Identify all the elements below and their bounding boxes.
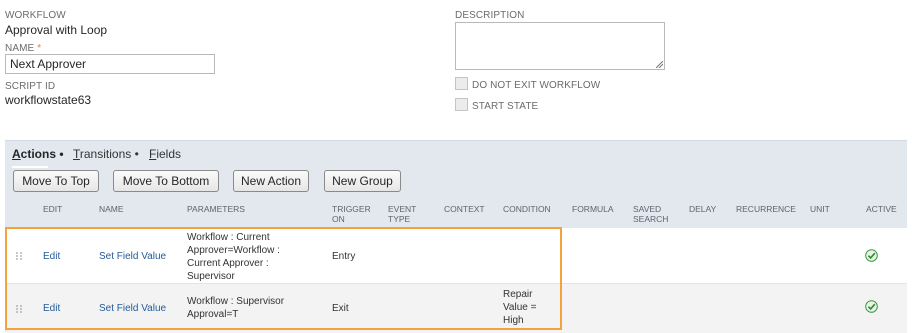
condition-cell: Repair Value = High: [503, 288, 536, 327]
move-to-top-button[interactable]: Move To Top: [13, 170, 99, 192]
action-name-link[interactable]: Set Field Value: [99, 302, 166, 315]
edit-link[interactable]: Edit: [43, 302, 60, 315]
col-formula: FORMULA: [572, 204, 614, 214]
tab-actions[interactable]: Actions •: [12, 147, 64, 161]
action-name-link[interactable]: Set Field Value: [99, 250, 166, 263]
col-edit: EDIT: [43, 204, 63, 214]
condition-line: High: [503, 315, 524, 326]
parameters-line: Approver=Workflow :: [187, 245, 280, 256]
active-tab-indicator: [12, 166, 48, 168]
name-label: NAME *: [5, 43, 41, 54]
workflow-value[interactable]: Approval with Loop: [5, 23, 107, 37]
col-event-type: EVENT TYPE: [388, 204, 417, 224]
script-id-value: workflowstate63: [5, 93, 92, 107]
col-context: CONTEXT: [444, 204, 485, 214]
drag-handle-icon[interactable]: [15, 304, 23, 314]
tab-transitions[interactable]: Transitions •: [73, 147, 139, 161]
active-check-icon: [865, 249, 878, 262]
table-header: EDIT NAME PARAMETERS TRIGGER ON EVENT TY…: [7, 198, 907, 228]
tab-transitions-accesskey: T: [73, 147, 80, 161]
tab-fields[interactable]: Fields: [149, 147, 181, 161]
start-state-label: START STATE: [472, 101, 539, 112]
parameters-line: Approval=T: [187, 309, 239, 320]
col-unit: UNIT: [810, 204, 830, 214]
new-action-button[interactable]: New Action: [233, 170, 309, 192]
tab-transitions-label: ransitions: [79, 147, 132, 161]
condition-line: Repair: [503, 289, 533, 300]
do-not-exit-checkbox[interactable]: [455, 77, 468, 90]
move-to-bottom-button[interactable]: Move To Bottom: [113, 170, 219, 192]
script-id-label: SCRIPT ID: [5, 81, 56, 92]
start-state-checkbox[interactable]: [455, 98, 468, 111]
col-parameters: PARAMETERS: [187, 204, 245, 214]
tab-actions-label: ctions: [20, 147, 57, 161]
col-saved-search: SAVED SEARCH: [633, 204, 669, 224]
col-trigger-on: TRIGGER ON: [332, 204, 371, 224]
col-active: ACTIVE: [866, 204, 897, 214]
actions-table: EDIT NAME PARAMETERS TRIGGER ON EVENT TY…: [7, 198, 907, 333]
resize-grip-icon[interactable]: [656, 61, 663, 68]
tab-actions-accesskey: A: [12, 147, 21, 161]
drag-handle-icon[interactable]: [15, 251, 23, 261]
parameters-cell: Workflow : Current Approver=Workflow : C…: [187, 231, 280, 283]
parameters-cell: Workflow : Supervisor Approval=T: [187, 295, 284, 321]
tab-transitions-dot: •: [134, 147, 139, 161]
name-input[interactable]: [5, 54, 215, 74]
sublist-panel: Actions • Transitions • Fields Move To T…: [5, 140, 907, 333]
active-check-icon: [865, 300, 878, 313]
new-group-button[interactable]: New Group: [324, 170, 401, 192]
edit-link[interactable]: Edit: [43, 250, 60, 263]
tab-fields-label: ields: [156, 147, 182, 161]
col-delay: DELAY: [689, 204, 717, 214]
tab-actions-dot: •: [59, 147, 64, 161]
required-marker: *: [37, 43, 42, 54]
description-label: DESCRIPTION: [455, 10, 525, 21]
parameters-line: Supervisor: [187, 271, 235, 282]
workflow-label: WORKFLOW: [5, 10, 66, 21]
condition-line: Value =: [503, 302, 537, 313]
parameters-line: Workflow : Supervisor: [187, 296, 285, 307]
name-label-text: NAME: [5, 43, 35, 54]
col-condition: CONDITION: [503, 204, 551, 214]
description-textarea[interactable]: [455, 22, 665, 70]
col-recurrence: RECURRENCE: [736, 204, 796, 214]
trigger-on-cell: Exit: [332, 303, 349, 314]
col-name: NAME: [99, 204, 124, 214]
parameters-line: Workflow : Current: [187, 232, 270, 243]
table-row[interactable]: Edit Set Field Value Workflow : Current …: [7, 228, 907, 284]
trigger-on-cell: Entry: [332, 251, 356, 262]
table-row[interactable]: Edit Set Field Value Workflow : Supervis…: [7, 284, 907, 333]
do-not-exit-label: DO NOT EXIT WORKFLOW: [472, 80, 601, 91]
parameters-line: Current Approver :: [187, 258, 269, 269]
